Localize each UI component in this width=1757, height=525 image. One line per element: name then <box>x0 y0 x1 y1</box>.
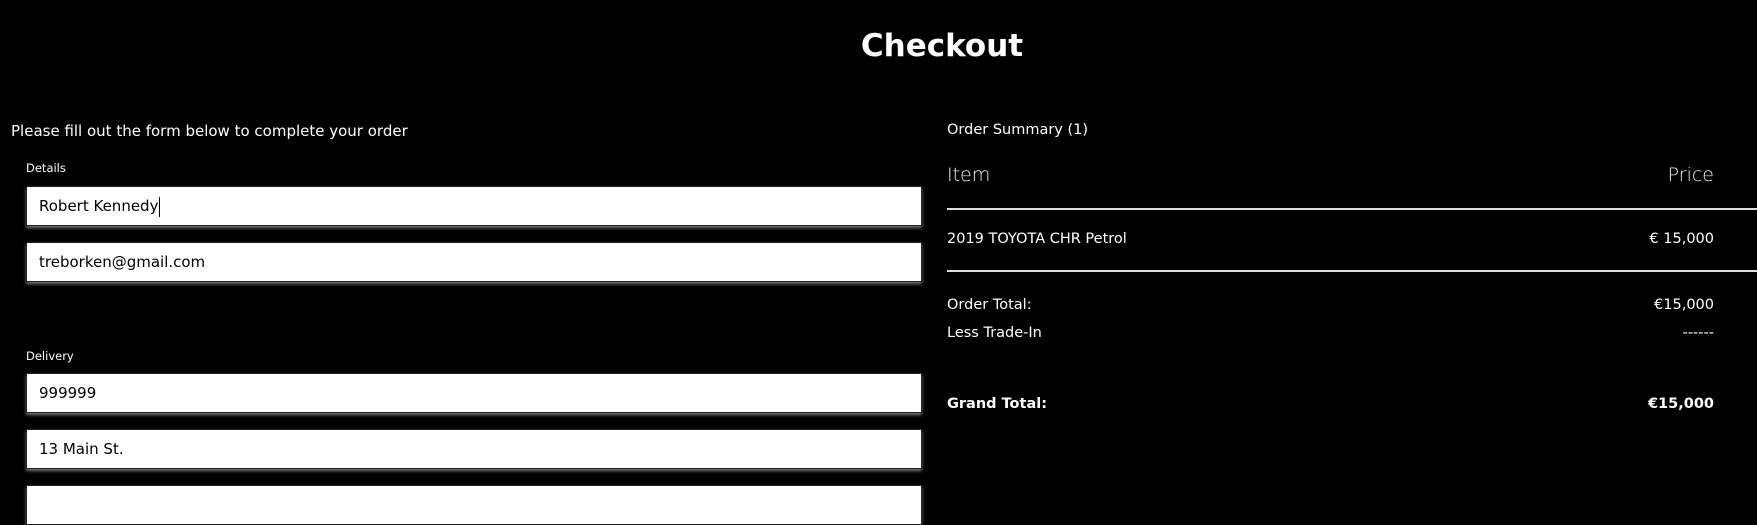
details-label: Details <box>26 161 66 175</box>
delivery-code-input[interactable]: 999999 <box>26 373 922 413</box>
text-caret <box>159 196 161 217</box>
table-row: 2019 TOYOTA CHR Petrol € 15,000 <box>947 231 1714 247</box>
divider <box>947 208 1757 210</box>
grand-total-label: Grand Total: <box>947 396 1047 412</box>
trade-in-row: Less Trade-In ------ <box>947 325 1714 341</box>
order-total-label: Order Total: <box>947 297 1032 313</box>
email-input[interactable]: treborken@gmail.com <box>26 242 922 282</box>
grand-total-value: €15,000 <box>1647 396 1714 412</box>
item-name: 2019 TOYOTA CHR Petrol <box>947 231 1127 247</box>
delivery-label: Delivery <box>26 349 74 363</box>
name-input[interactable]: Robert Kennedy <box>26 186 922 226</box>
page-title: Checkout <box>860 28 1024 64</box>
trade-in-value: ------ <box>1682 325 1714 341</box>
address-input[interactable]: 13 Main St. <box>26 429 922 469</box>
order-total-row: Order Total: €15,000 <box>947 297 1714 313</box>
grand-total-row: Grand Total: €15,000 <box>947 396 1714 412</box>
address-line2-input[interactable] <box>26 485 922 525</box>
summary-header-row: Item Price <box>947 164 1714 186</box>
divider <box>947 270 1757 272</box>
item-price: € 15,000 <box>1649 231 1714 247</box>
price-column-header: Price <box>1667 164 1714 186</box>
trade-in-label: Less Trade-In <box>947 325 1042 341</box>
item-column-header: Item <box>947 164 991 186</box>
order-summary-heading: Order Summary (1) <box>947 122 1089 138</box>
form-intro: Please fill out the form below to comple… <box>11 122 408 140</box>
order-total-value: €15,000 <box>1654 297 1714 313</box>
name-value: Robert Kennedy <box>39 197 159 215</box>
